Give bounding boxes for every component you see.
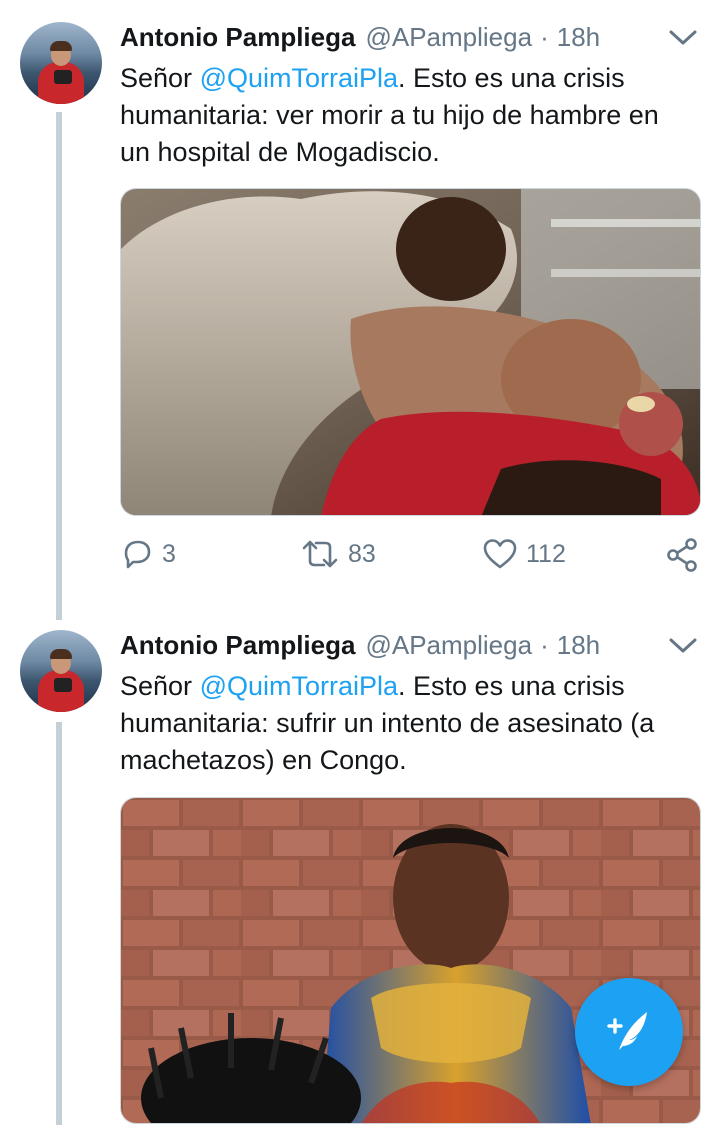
tweet-timestamp[interactable]: 18h bbox=[557, 22, 600, 53]
separator-dot: · bbox=[540, 22, 549, 52]
tweet-text-prefix: Señor bbox=[120, 63, 200, 93]
heart-icon bbox=[482, 537, 518, 571]
mention-link[interactable]: @QuimTorraiPla bbox=[200, 671, 398, 701]
author-handle[interactable]: @APampliega bbox=[365, 630, 532, 661]
tweet[interactable]: Antonio Pampliega @APampliega · 18h Seño… bbox=[0, 0, 720, 620]
retweet-arrows-icon bbox=[300, 537, 340, 571]
avatar[interactable] bbox=[20, 22, 102, 104]
share-icon bbox=[664, 537, 700, 573]
tweet-text: Señor @QuimTorraiPla. Esto es una crisis… bbox=[120, 668, 690, 779]
avatar[interactable] bbox=[20, 630, 102, 712]
share-button[interactable] bbox=[664, 537, 700, 573]
separator-dot: · bbox=[540, 630, 549, 660]
compose-quill-icon bbox=[601, 1002, 657, 1063]
author-name[interactable]: Antonio Pampliega bbox=[120, 630, 355, 661]
author-name[interactable]: Antonio Pampliega bbox=[120, 22, 355, 53]
reply-count: 3 bbox=[162, 539, 176, 568]
chevron-down-icon[interactable] bbox=[668, 28, 698, 48]
author-handle[interactable]: @APampliega bbox=[365, 22, 532, 53]
chevron-down-icon[interactable] bbox=[668, 636, 698, 656]
tweet-header: Antonio Pampliega @APampliega · 18h bbox=[120, 630, 600, 662]
reply-button[interactable]: 3 bbox=[120, 537, 176, 571]
like-count: 112 bbox=[526, 539, 566, 568]
tweet-actions: 3 83 112 bbox=[120, 535, 700, 575]
retweet-button[interactable]: 83 bbox=[300, 537, 376, 571]
tweet-text: Señor @QuimTorraiPla. Esto es una crisis… bbox=[120, 60, 690, 171]
mention-link[interactable]: @QuimTorraiPla bbox=[200, 63, 398, 93]
tweet-photo[interactable] bbox=[120, 188, 701, 516]
compose-tweet-button[interactable] bbox=[575, 978, 683, 1086]
tweet-header: Antonio Pampliega @APampliega · 18h bbox=[120, 22, 600, 54]
retweet-count: 83 bbox=[348, 539, 376, 568]
tweet-timestamp[interactable]: 18h bbox=[557, 630, 600, 661]
speech-bubble-icon bbox=[120, 537, 154, 571]
like-button[interactable]: 112 bbox=[482, 537, 566, 571]
tweet-text-prefix: Señor bbox=[120, 671, 200, 701]
